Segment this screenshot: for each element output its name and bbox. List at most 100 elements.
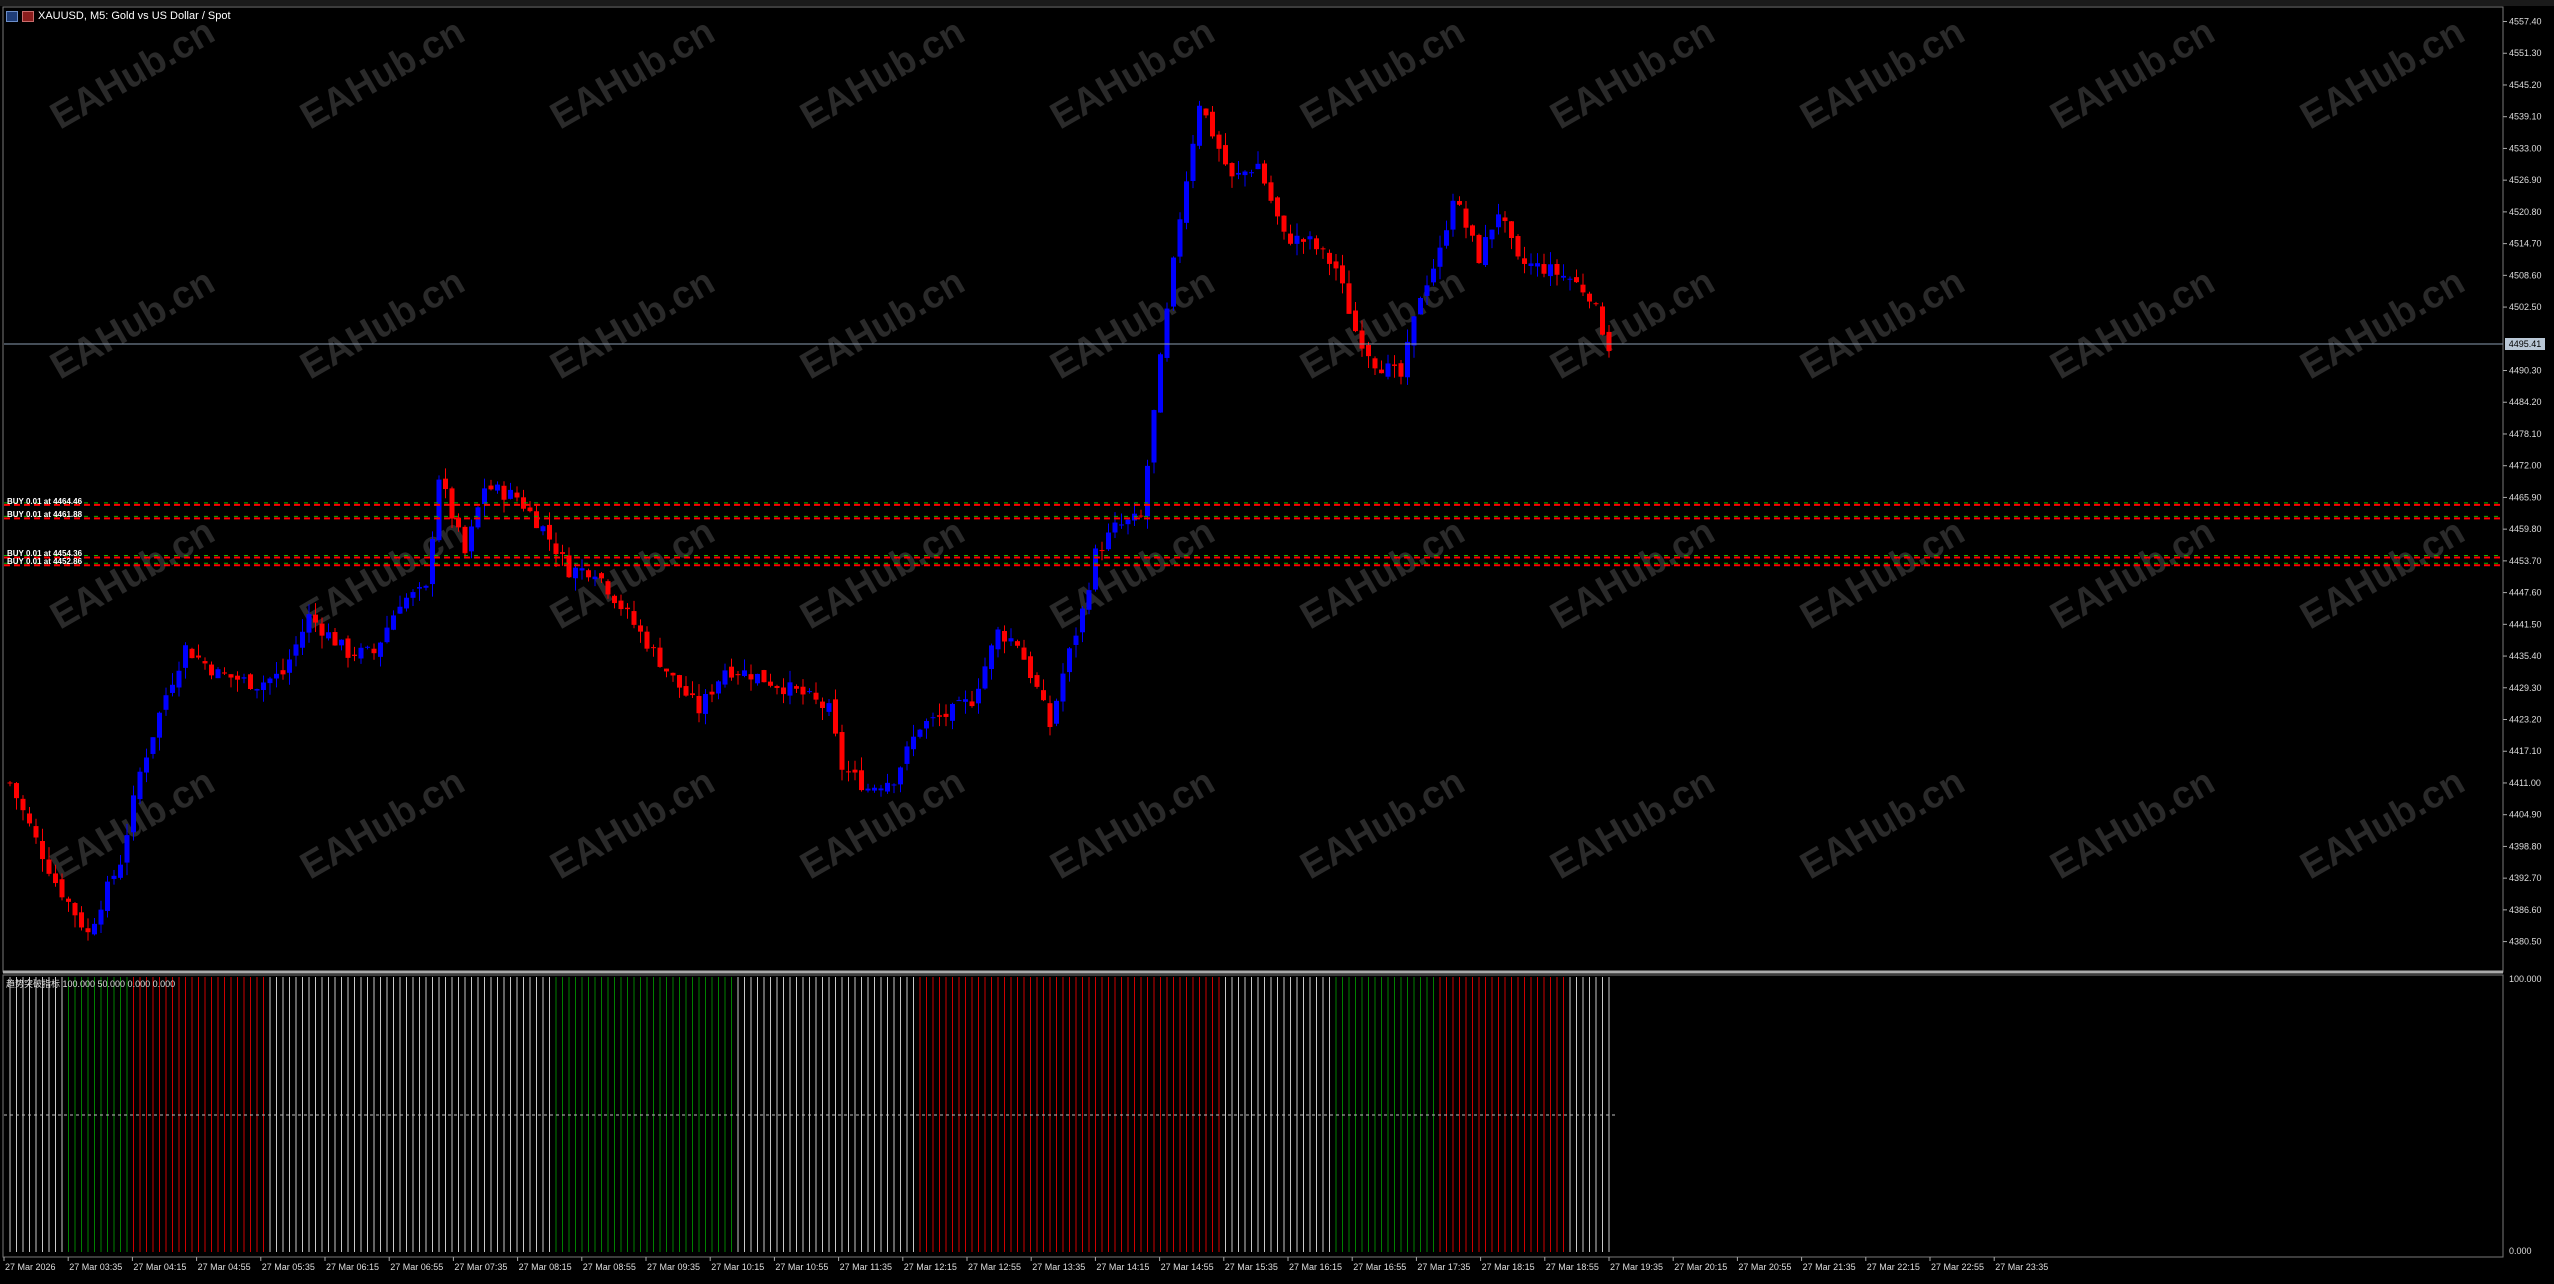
candle-body	[976, 688, 981, 704]
candle-body	[1509, 221, 1514, 239]
candle-body	[755, 673, 760, 684]
candle-body	[1249, 172, 1254, 174]
window-icon[interactable]	[6, 10, 18, 22]
candle-body	[1437, 247, 1443, 267]
watermark-text: EAHub.cn	[794, 11, 972, 138]
candle-body	[495, 484, 500, 491]
candle-body	[761, 670, 767, 683]
candle-body	[98, 909, 104, 925]
candle-body	[1060, 673, 1066, 702]
candle-body	[566, 555, 572, 578]
price-tick-label: 4386.60	[2509, 905, 2542, 915]
candle-body	[1541, 264, 1547, 274]
price-tick-label: 4539.10	[2509, 112, 2542, 122]
watermark-text: EAHub.cn	[1794, 761, 1972, 888]
time-tick-label: 27 Mar 08:15	[519, 1262, 572, 1272]
symbol-title: XAUUSD, M5: Gold vs US Dollar / Spot	[38, 10, 231, 22]
time-tick-label: 27 Mar 09:35	[647, 1262, 700, 1272]
order-label[interactable]: BUY 0.01 at 4461.88	[7, 510, 82, 519]
candle-body	[1418, 298, 1423, 315]
candle-body	[1177, 219, 1183, 257]
watermark-text: EAHub.cn	[2044, 511, 2222, 638]
candle-body	[339, 639, 344, 646]
order-label[interactable]: BUY 0.01 at 4452.86	[7, 557, 82, 566]
candle-body	[657, 647, 663, 667]
candle-body	[722, 670, 728, 685]
candle-body	[371, 648, 377, 654]
candle-body	[1476, 234, 1482, 264]
candle-body	[287, 659, 292, 673]
restore-icon[interactable]	[22, 10, 34, 22]
candle-body	[1138, 515, 1144, 517]
candle-body	[527, 507, 533, 512]
candle-body	[1080, 608, 1085, 633]
candle-body	[1502, 217, 1508, 221]
price-tick-label: 4465.90	[2509, 492, 2542, 502]
order-label[interactable]: BUY 0.01 at 4464.46	[7, 497, 82, 506]
candle-body	[417, 587, 422, 589]
time-tick-label: 27 Mar 18:15	[1482, 1262, 1535, 1272]
candle-body	[1457, 201, 1462, 205]
candle-body	[1463, 208, 1469, 228]
candle-body	[1203, 108, 1209, 116]
candle-body	[176, 670, 182, 688]
candle-body	[378, 642, 383, 657]
price-tick-label: 4417.10	[2509, 746, 2542, 756]
grid-layer	[2, 6, 2504, 1258]
candle-body	[1041, 690, 1046, 701]
candle-body	[573, 567, 578, 579]
candle-body	[729, 666, 734, 678]
candle-body	[872, 787, 877, 791]
candle-body	[144, 757, 149, 773]
candle-body	[1528, 263, 1534, 267]
candle-body	[215, 669, 221, 679]
candle-body	[846, 771, 851, 773]
watermark-text: EAHub.cn	[1544, 761, 1722, 888]
candle-body	[1119, 524, 1124, 526]
candle-body	[1197, 105, 1202, 146]
time-tick-label: 27 Mar 11:35	[840, 1262, 892, 1272]
candle-body	[586, 570, 591, 578]
candle-body	[560, 552, 565, 554]
watermark-text: EAHub.cn	[1794, 261, 1972, 388]
candle-body	[1411, 316, 1417, 346]
candle-body	[59, 879, 65, 898]
candle-body	[534, 511, 539, 529]
candle-body	[930, 717, 936, 719]
candle-body	[807, 691, 812, 693]
watermark-text: EAHub.cn	[2044, 761, 2222, 888]
watermark-text: EAHub.cn	[44, 261, 222, 388]
candle-body	[911, 736, 916, 750]
candle-body	[787, 682, 793, 696]
candle-body	[189, 648, 195, 659]
candle-body	[202, 661, 208, 664]
candle-body	[625, 607, 630, 610]
candle-body	[1587, 293, 1592, 302]
time-tick-label: 27 Mar 19:35	[1610, 1262, 1663, 1272]
price-tick-label: 4398.80	[2509, 841, 2542, 851]
candle-body	[683, 686, 689, 696]
candle-body	[241, 677, 247, 679]
watermark-text: EAHub.cn	[294, 11, 472, 138]
candle-body	[1015, 641, 1020, 646]
watermark-text: EAHub.cn	[294, 511, 472, 638]
candle-body	[1054, 700, 1059, 724]
candle-body	[163, 695, 169, 710]
candle-body	[605, 581, 611, 595]
candle-body	[969, 701, 975, 707]
candle-body	[157, 712, 162, 738]
price-tick-label: 4526.90	[2509, 175, 2542, 185]
time-tick-label: 27 Mar 05:35	[262, 1262, 315, 1272]
candle-body	[1548, 264, 1553, 277]
candle-body	[865, 788, 871, 791]
candle-body	[703, 694, 708, 714]
candle-body	[404, 597, 409, 609]
price-tick-label: 4447.60	[2509, 588, 2542, 598]
candle-body	[365, 646, 370, 648]
candle-body	[1268, 182, 1274, 201]
time-tick-label: 27 Mar 13:35	[1032, 1262, 1085, 1272]
candle-body	[937, 715, 942, 717]
chart-canvas[interactable]: EAHub.cn EAHub.cn EAHub.cn EAHub.cn EAHub.cn…	[0, 0, 2554, 1284]
candle-body	[79, 912, 84, 928]
indicator-frame	[2, 974, 2504, 1258]
